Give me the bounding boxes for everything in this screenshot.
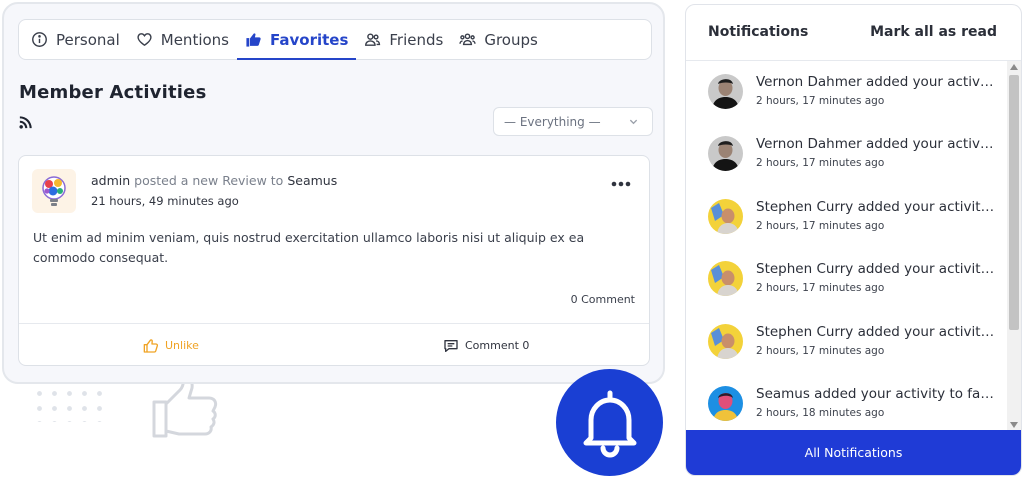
thumbs-up-icon <box>143 338 159 353</box>
avatar <box>708 136 743 171</box>
notifications-list: Vernon Dahmer added your activity to fav… <box>686 61 1007 431</box>
avatar <box>708 386 743 421</box>
tab-mentions[interactable]: Mentions <box>128 20 237 59</box>
notification-item[interactable]: Vernon Dahmer added your activity to fav… <box>686 123 1007 185</box>
notifications-header: Notifications Mark all as read <box>686 5 1021 61</box>
mark-all-read-button[interactable]: Mark all as read <box>870 24 997 40</box>
tab-label: Groups <box>484 30 538 49</box>
tab-label: Friends <box>389 30 444 49</box>
notification-text: Stephen Curry added your activity to fav… <box>756 261 996 277</box>
target-link[interactable]: Seamus <box>287 173 337 188</box>
notification-time: 2 hours, 17 minutes ago <box>756 282 885 294</box>
tab-friends[interactable]: Friends <box>356 20 451 59</box>
notifications-scrollbar[interactable] <box>1007 61 1021 431</box>
decorative-dots <box>32 386 112 422</box>
users-icon <box>365 33 381 46</box>
tab-label: Favorites <box>270 30 349 49</box>
tab-label: Personal <box>56 30 120 49</box>
unlike-label: Unlike <box>165 339 199 352</box>
comment-label: Comment 0 <box>465 339 530 352</box>
notifications-panel: Notifications Mark all as read Vernon Da… <box>685 4 1022 476</box>
activity-panel: Personal Mentions Favorites Friends Grou… <box>2 2 665 384</box>
lightbulb-logo-icon <box>42 176 66 206</box>
author-link[interactable]: admin <box>91 173 130 188</box>
notifications-title: Notifications <box>708 24 809 40</box>
activity-filter-select[interactable]: — Everything — <box>493 107 653 136</box>
avatar <box>708 199 743 234</box>
notification-text: Stephen Curry added your activity to fav… <box>756 324 996 340</box>
unlike-button[interactable]: Unlike <box>143 324 199 367</box>
activity-card: admin posted a new Review to Seamus 21 h… <box>18 155 650 366</box>
notification-text: Stephen Curry added your activity to fav… <box>756 199 996 215</box>
notification-time: 2 hours, 18 minutes ago <box>756 407 885 419</box>
activity-time[interactable]: 21 hours, 49 minutes ago <box>91 194 239 208</box>
filter-value: — Everything — <box>504 114 601 129</box>
notification-item[interactable]: Seamus added your activity to favorites … <box>686 373 1007 435</box>
tab-favorites[interactable]: Favorites <box>237 20 357 60</box>
activity-actions: Unlike Comment 0 <box>19 323 649 366</box>
notification-item[interactable]: Stephen Curry added your activity to fav… <box>686 311 1007 373</box>
notification-item[interactable]: Stephen Curry added your activity to fav… <box>686 186 1007 248</box>
activity-action-text: posted a new Review to <box>134 173 284 188</box>
info-circle-icon <box>32 32 47 47</box>
section-title: Member Activities <box>19 82 207 103</box>
notification-time: 2 hours, 17 minutes ago <box>756 157 885 169</box>
notification-text: Vernon Dahmer added your activity to fav… <box>756 74 996 90</box>
notification-time: 2 hours, 17 minutes ago <box>756 220 885 232</box>
notification-text: Seamus added your activity to favorites <box>756 386 996 402</box>
tab-groups[interactable]: Groups <box>451 20 545 59</box>
bell-icon <box>583 390 636 457</box>
notification-item[interactable]: Stephen Curry added your activity to fav… <box>686 248 1007 310</box>
avatar <box>708 261 743 296</box>
comment-button[interactable]: Comment 0 <box>443 324 529 367</box>
notification-bell-button[interactable] <box>556 369 663 476</box>
tab-personal[interactable]: Personal <box>23 20 128 59</box>
rss-feed-icon[interactable] <box>19 115 33 129</box>
all-notifications-button[interactable]: All Notifications <box>686 430 1021 475</box>
scroll-thumb[interactable] <box>1009 75 1019 330</box>
thumbs-up-icon <box>246 33 261 47</box>
activity-tabs: Personal Mentions Favorites Friends Grou… <box>18 19 652 60</box>
avatar[interactable] <box>32 169 76 213</box>
more-options-icon[interactable] <box>611 180 631 188</box>
scroll-down-arrow-icon[interactable] <box>1010 422 1018 428</box>
comment-icon <box>444 339 458 352</box>
chevron-down-icon <box>629 119 638 125</box>
comment-count[interactable]: 0 Comment <box>571 293 635 306</box>
activity-content: Ut enim ad minim veniam, quis nostrud ex… <box>33 230 585 265</box>
activity-meta: admin posted a new Review to Seamus <box>91 173 337 188</box>
tab-label: Mentions <box>160 30 229 49</box>
notification-time: 2 hours, 17 minutes ago <box>756 95 885 107</box>
group-icon <box>459 33 476 46</box>
scroll-up-arrow-icon[interactable] <box>1010 64 1018 70</box>
avatar <box>708 324 743 359</box>
heart-icon <box>137 33 152 46</box>
avatar <box>708 74 743 109</box>
notification-time: 2 hours, 17 minutes ago <box>756 345 885 357</box>
notification-text: Vernon Dahmer added your activity to fav… <box>756 136 996 152</box>
notification-item[interactable]: Vernon Dahmer added your activity to fav… <box>686 61 1007 123</box>
